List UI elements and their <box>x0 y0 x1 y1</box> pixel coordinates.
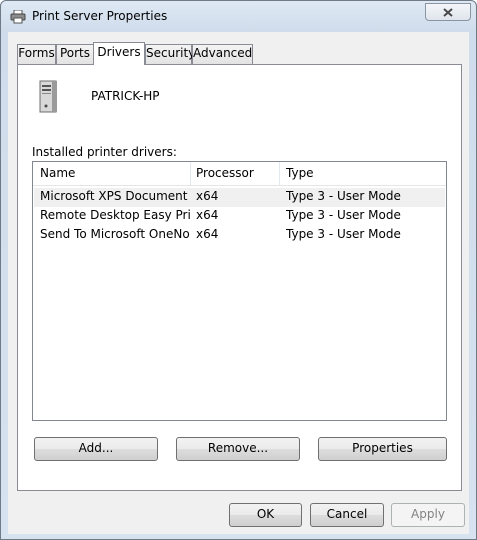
column-header-processor[interactable]: Processor <box>189 162 280 185</box>
driver-type: Type 3 - User Mode <box>286 189 401 203</box>
driver-name: Microsoft XPS Document ... <box>40 189 190 203</box>
driver-type: Type 3 - User Mode <box>286 208 401 222</box>
driver-name: Remote Desktop Easy Print <box>40 208 190 222</box>
print-server-properties-window: Print Server Properties Forms Ports Driv… <box>0 0 477 540</box>
driver-processor: x64 <box>196 208 219 222</box>
installed-drivers-label: Installed printer drivers: <box>32 145 177 159</box>
driver-type: Type 3 - User Mode <box>286 227 401 241</box>
column-header-name[interactable]: Name <box>33 162 191 185</box>
driver-properties-button[interactable]: Properties <box>318 437 447 461</box>
drivers-list[interactable]: Name Processor Type Microsoft XPS Docume… <box>32 161 447 421</box>
header-divider <box>33 185 446 186</box>
table-row[interactable]: Send To Microsoft OneNo... x64 Type 3 - … <box>34 226 445 245</box>
title-bar: Print Server Properties <box>1 1 476 33</box>
tab-security[interactable]: Security <box>145 44 195 64</box>
tab-drivers[interactable]: Drivers <box>93 42 145 65</box>
remove-driver-button[interactable]: Remove... <box>176 437 300 461</box>
cancel-button[interactable]: Cancel <box>310 503 384 527</box>
tab-advanced[interactable]: Advanced <box>192 44 253 64</box>
close-button[interactable] <box>425 3 471 21</box>
server-name: PATRICK-HP <box>91 89 160 103</box>
driver-processor: x64 <box>196 189 219 203</box>
close-icon <box>443 8 453 17</box>
add-driver-button[interactable]: Add... <box>34 437 158 461</box>
table-row[interactable]: Remote Desktop Easy Print x64 Type 3 - U… <box>34 207 445 226</box>
ok-button[interactable]: OK <box>229 503 302 527</box>
window-title: Print Server Properties <box>32 9 168 23</box>
driver-processor: x64 <box>196 227 219 241</box>
printer-icon <box>10 9 26 24</box>
driver-name: Send To Microsoft OneNo... <box>40 227 190 241</box>
tab-forms[interactable]: Forms <box>17 44 56 64</box>
table-row[interactable]: Microsoft XPS Document ... x64 Type 3 - … <box>34 188 445 207</box>
tab-ports[interactable]: Ports <box>56 44 94 64</box>
apply-button[interactable]: Apply <box>391 503 465 527</box>
dialog-client-area: Forms Ports Drivers Security Advanced PA… <box>8 32 469 534</box>
drivers-tab-panel: PATRICK-HP Installed printer drivers: Na… <box>17 64 462 491</box>
server-tower-icon <box>38 80 60 114</box>
column-header-type[interactable]: Type <box>279 162 445 185</box>
